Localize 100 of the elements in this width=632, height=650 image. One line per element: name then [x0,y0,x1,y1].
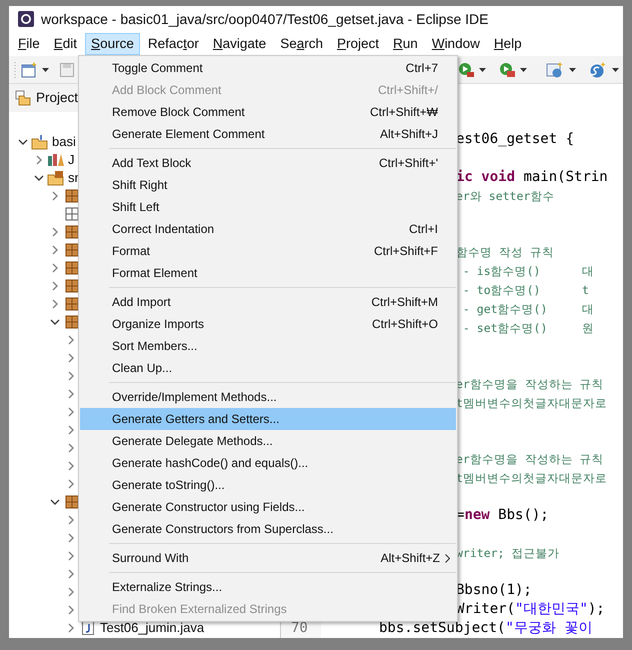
menu-bar-item[interactable]: Search [274,33,329,55]
menu-bar-item[interactable]: Refactor [142,33,205,55]
chevron-right-icon[interactable] [68,335,74,345]
package-folder-icon [47,170,65,186]
menu-bar-item[interactable]: Edit [48,33,84,55]
code-line: - is함수명() 대 [462,262,594,278]
chevron-right-icon[interactable] [68,443,74,453]
chevron-right-icon[interactable] [68,605,74,615]
chevron-right-icon[interactable] [68,371,74,381]
package-icon [65,207,79,221]
chevron-right-icon[interactable] [68,407,74,417]
code-line: - set함수명() 원 [462,320,594,336]
chevron-down-icon[interactable] [34,175,44,181]
folder-icon [31,134,49,150]
package-icon [65,279,79,293]
java-file-icon [82,621,94,635]
menu-item[interactable]: Format Ctrl+Shift+F [80,240,456,262]
chevron-right-icon[interactable] [52,299,58,309]
caret-icon[interactable] [520,68,527,72]
tree-item-label[interactable]: sr [66,168,79,188]
menu-item[interactable]: Organize Imports Ctrl+Shift+O [80,313,456,335]
menu-item[interactable]: Shift Right [80,174,456,196]
menu-item[interactable]: Surround With Alt+Shift+Z [80,547,456,569]
chevron-right-icon[interactable] [68,425,74,435]
menu-item[interactable]: Generate Constructors from Superclass... [80,518,456,540]
code-line: t멤버변수의첫글자대문자로 [456,394,607,410]
code-line: t멤버변수의첫글자대문자로 [456,470,607,486]
menu-bar-item[interactable]: Run [387,33,424,55]
chevron-right-icon[interactable] [68,551,74,561]
chevron-right-icon[interactable] [68,461,74,471]
window-title: workspace - basic01_java/src/oop0407/Test06_getset.java - Eclipse IDE [41,10,488,29]
chevron-right-icon[interactable] [68,479,74,489]
chevron-right-icon[interactable] [68,515,74,525]
menu-bar-item[interactable]: Navigate [206,33,272,55]
chevron-right-icon[interactable] [68,623,74,633]
menu-bar-item[interactable]: Project [331,33,386,55]
package-icon [65,261,79,275]
chevron-down-icon[interactable] [50,499,60,505]
menu-item[interactable]: Generate Delegate Methods... [80,430,456,452]
menu-item[interactable]: Generate Constructor using Fields... [80,496,456,518]
caret-icon[interactable] [42,68,49,72]
menu-item[interactable]: Generate toString()... [80,474,456,496]
menu-item[interactable]: Generate Getters and Setters... [80,408,456,430]
save-icon[interactable] [60,62,74,76]
run-icon[interactable] [499,62,515,78]
chevron-right-icon[interactable] [68,353,74,363]
caret-icon[interactable] [569,68,576,72]
tree-item-label[interactable]: Test06_jumin.java [98,618,204,638]
chevron-right-icon[interactable] [52,191,58,201]
chevron-right-icon[interactable] [52,263,58,273]
chevron-right-icon[interactable] [52,245,58,255]
package-icon [65,243,79,257]
folders-icon [15,90,31,106]
menu-bar-item[interactable]: Window [426,33,486,55]
menu-item[interactable]: Externalize Strings... [80,576,456,598]
menu-item[interactable]: Format Element [80,262,456,284]
code-line: ic void main(Strin [456,168,608,184]
chevron-right-icon[interactable] [68,569,74,579]
menu-item[interactable]: Clean Up... [80,357,456,379]
menu-item[interactable]: Sort Members... [80,335,456,357]
menu-item[interactable]: Shift Left [80,196,456,218]
code-line: er함수명을 작성하는 규칙 [456,376,604,392]
menu-item[interactable]: Override/Implement Methods... [80,386,456,408]
package-icon [65,189,79,203]
package-icon [65,315,79,329]
menu-bar-item[interactable]: Help [488,33,528,55]
package-icon [65,225,79,239]
code-line: bbs.setSubject("무궁화 꽃이 [378,619,592,638]
menu-item[interactable]: Correct Indentation Ctrl+I [80,218,456,240]
run-icon[interactable] [458,62,474,78]
chevron-right-icon[interactable] [68,533,74,543]
menu-item[interactable]: Remove Block Comment Ctrl+Shift+₩ [80,101,456,123]
chevron-right-icon[interactable] [68,389,74,399]
menu-bar-item[interactable]: File [12,33,46,55]
menu-item[interactable]: Add Import Ctrl+Shift+M [80,291,456,313]
tree-item-label[interactable]: basi [50,132,76,152]
menu-bar-item[interactable]: Source [85,33,140,55]
code-line: er함수명을 작성하는 규칙 [456,450,604,466]
panel-tab[interactable]: Project [36,88,78,108]
caret-icon[interactable] [479,68,486,72]
package-icon [65,495,79,509]
menu-item[interactable]: Generate Element Comment Alt+Shift+J [80,123,456,145]
class-icon[interactable] [589,62,607,78]
code-line: Bbsno(1); [456,582,532,598]
eclipse-logo-icon [18,11,34,27]
chevron-down-icon[interactable] [50,319,60,325]
menu-item[interactable]: Generate hashCode() and equals()... [80,452,456,474]
code-line: est06_getset { [456,131,574,147]
caret-icon[interactable] [612,68,619,72]
new-file-icon[interactable] [21,62,37,78]
chevron-right-icon[interactable] [52,281,58,291]
package-icon [65,297,79,311]
tree-item-label[interactable]: J [66,150,74,170]
code-line: - get함수명() 대 [462,300,594,316]
chevron-down-icon[interactable] [18,139,28,145]
chevron-right-icon[interactable] [52,227,58,237]
chevron-right-icon[interactable] [36,155,42,165]
globe-window-icon[interactable] [546,62,564,78]
chevron-right-icon[interactable] [68,587,74,597]
menu-item[interactable]: Add Text Block Ctrl+Shift+' [80,152,456,174]
